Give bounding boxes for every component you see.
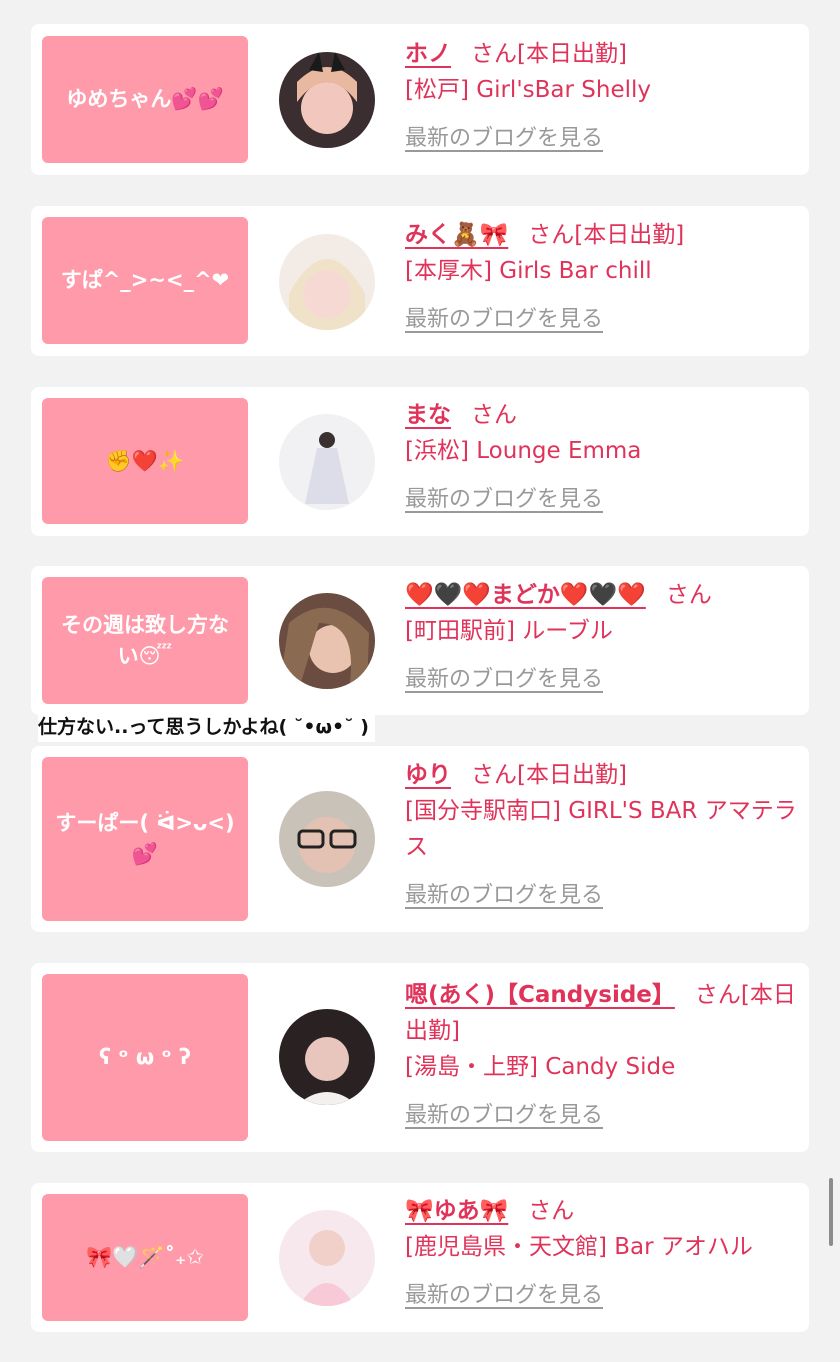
girl-card: すぱ^_>~<_^❤ みく🧸🎀 さん[本日出勤] [本厚木] Girls Bar … [31, 206, 809, 356]
girl-info: みく🧸🎀 さん[本日出勤] [本厚木] Girls Bar chill 最新のブロ… [405, 217, 797, 338]
shop-name: [松戸] Girl'sBar Shelly [405, 77, 651, 103]
overlay-message: 仕方ない..って思うしかよね( ˘•ω•˘ ) [38, 712, 375, 742]
message-bubble: ゆめちゃん💕💕 [42, 36, 248, 163]
girl-card: ʕ ᵒ ω ᵒ ʔ 嗯(あく)【Candyside】 さん[本日出勤] [湯島・上… [31, 963, 809, 1152]
avatar[interactable] [279, 791, 375, 887]
girl-info: まな さん [浜松] Lounge Emma 最新のブログを見る [405, 397, 797, 518]
honorific-status: さん[本日出勤] [528, 222, 685, 248]
scrollbar[interactable] [829, 1178, 833, 1246]
blog-link[interactable]: 最新のブログを見る [405, 487, 603, 512]
shop-name: [浜松] Lounge Emma [405, 438, 642, 464]
honorific-status: さん[本日出勤] [471, 41, 627, 67]
shop-name: [湯島・上野] Candy Side [405, 1054, 676, 1080]
blog-link[interactable]: 最新のブログを見る [405, 667, 603, 692]
shop-name: [国分寺駅南口] GIRL'S BAR アマテラス [405, 798, 797, 860]
blog-link[interactable]: 最新のブログを見る [405, 307, 603, 332]
avatar[interactable] [279, 1009, 375, 1105]
blog-link[interactable]: 最新のブログを見る [405, 1103, 603, 1128]
girl-info: 嗯(あく)【Candyside】 さん[本日出勤] [湯島・上野] Candy S… [405, 977, 797, 1134]
girl-info: 🎀ゆあ🎀 さん [鹿児島県・天文館] Bar アオハル 最新のブログを見る [405, 1193, 797, 1314]
girl-info: ホノ さん[本日出勤] [松戸] Girl'sBar Shelly 最新のブログを… [405, 36, 797, 157]
shop-name: [鹿児島県・天文館] Bar アオハル [405, 1234, 753, 1260]
blog-link[interactable]: 最新のブログを見る [405, 1283, 603, 1308]
girl-name-link[interactable]: みく🧸🎀 [405, 222, 508, 248]
honorific-status: さん[本日出勤] [471, 762, 627, 788]
girl-card: ゆめちゃん💕💕 ホノ さん[本日出勤] [松戸] Girl'sBar Shelly… [31, 24, 809, 175]
message-bubble: その週は致し方ない😴 [42, 577, 248, 704]
girl-card: その週は致し方ない😴 ❤️🖤❤️まどか❤️🖤❤️ さん [町田駅前] ルーブル 最… [31, 566, 809, 715]
girl-name-link[interactable]: ホノ [405, 41, 451, 67]
avatar[interactable] [279, 52, 375, 148]
message-bubble: すぱ^_>~<_^❤ [42, 217, 248, 344]
girl-info: ゆり さん[本日出勤] [国分寺駅南口] GIRL'S BAR アマテラス 最新の… [405, 757, 797, 914]
girl-card: 🎀🤍🪄˚₊✩ 🎀ゆあ🎀 さん [鹿児島県・天文館] Bar アオハル 最新のブログ… [31, 1183, 809, 1332]
blog-link[interactable]: 最新のブログを見る [405, 126, 603, 151]
honorific-status: さん [528, 1198, 575, 1224]
message-bubble: ✊❤️✨ [42, 398, 248, 524]
avatar[interactable] [279, 1210, 375, 1306]
avatar[interactable] [279, 414, 375, 510]
avatar[interactable] [279, 593, 375, 689]
girl-card: すーぱー( ᐛ>ᴗ<)💕 ゆり さん[本日出勤] [国分寺駅南口] GIRL'S … [31, 746, 809, 932]
girl-name-link[interactable]: まな [405, 402, 451, 428]
honorific-status: さん [665, 582, 712, 608]
honorific-status: さん [471, 402, 517, 428]
girl-name-link[interactable]: 🎀ゆあ🎀 [405, 1198, 508, 1224]
shop-name: [町田駅前] ルーブル [405, 618, 613, 644]
girl-name-link[interactable]: ❤️🖤❤️まどか❤️🖤❤️ [405, 582, 646, 608]
avatar[interactable] [279, 234, 375, 330]
shop-name: [本厚木] Girls Bar chill [405, 258, 652, 284]
message-bubble: ʕ ᵒ ω ᵒ ʔ [42, 974, 248, 1141]
message-bubble: 🎀🤍🪄˚₊✩ [42, 1194, 248, 1321]
blog-link[interactable]: 最新のブログを見る [405, 883, 603, 908]
message-bubble: すーぱー( ᐛ>ᴗ<)💕 [42, 757, 248, 921]
girl-name-link[interactable]: ゆり [405, 762, 451, 788]
girl-card: ✊❤️✨ まな さん [浜松] Lounge Emma 最新のブログを見る [31, 387, 809, 536]
girl-info: ❤️🖤❤️まどか❤️🖤❤️ さん [町田駅前] ルーブル 最新のブログを見る [405, 577, 797, 698]
girl-name-link[interactable]: 嗯(あく)【Candyside】 [405, 982, 675, 1008]
